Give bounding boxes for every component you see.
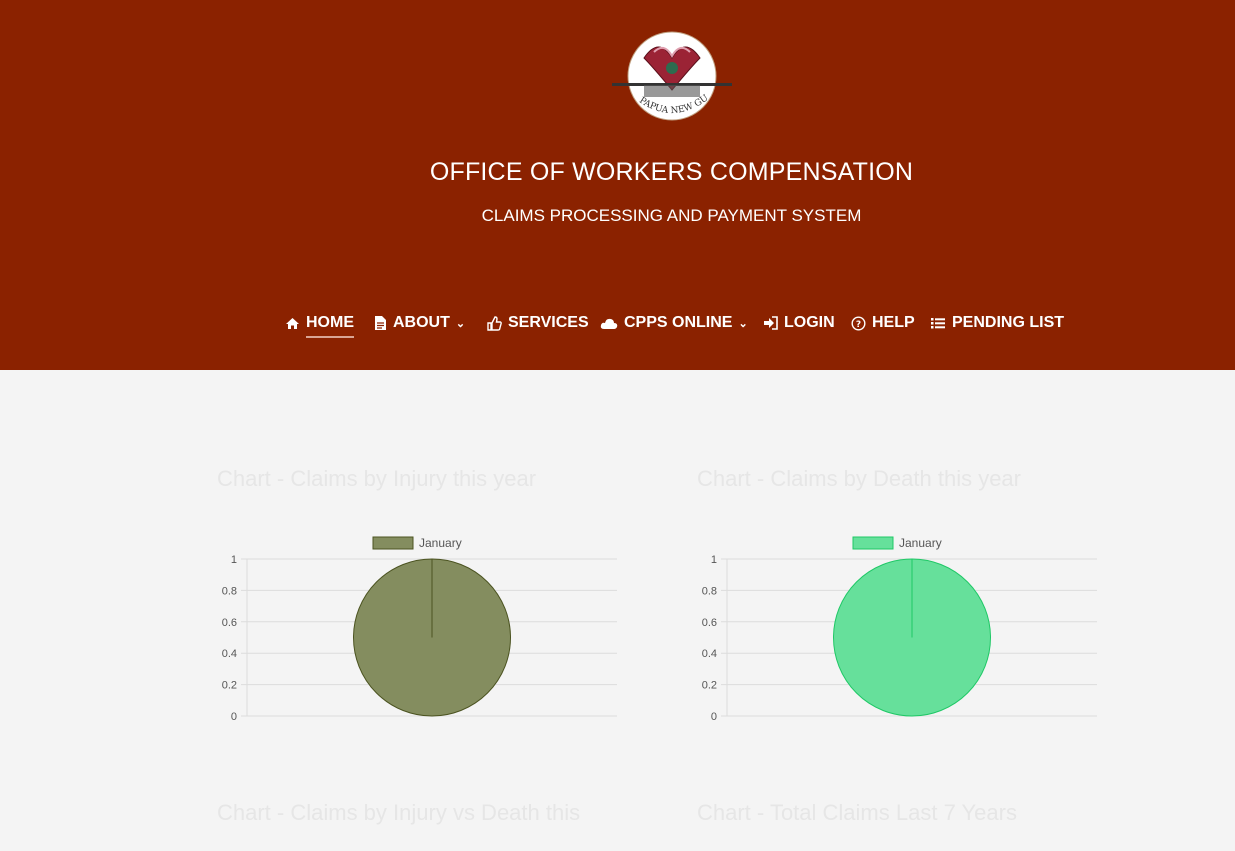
injury-pie-chart: 0 0.2 0.4 0.6 0.8 1 January xyxy=(222,536,617,723)
list-icon xyxy=(931,318,945,329)
death-pie-chart: 0 0.2 0.4 0.6 0.8 1 January xyxy=(702,536,1097,723)
nav-about[interactable]: ABOUT ⌄ xyxy=(374,308,465,338)
y-tick-label: 0 xyxy=(231,711,237,723)
page-title: OFFICE OF WORKERS COMPENSATION xyxy=(429,158,914,186)
nav-pending-list[interactable]: PENDING LIST xyxy=(930,308,1064,338)
injury-vs-death-chart-title: Chart - Claims by Injury vs Death this xyxy=(217,800,581,825)
nav-cpps-online-label: CPPS ONLINE xyxy=(624,314,733,331)
y-tick-label: 0.2 xyxy=(222,680,237,692)
page-subtitle: CLAIMS PROCESSING AND PAYMENT SYSTEM xyxy=(481,206,862,225)
nav-login[interactable]: LOGIN xyxy=(763,308,835,338)
death-chart-title: Chart - Claims by Death this year xyxy=(697,466,1021,491)
document-icon xyxy=(375,316,386,330)
nav-home[interactable]: HOME xyxy=(285,308,354,338)
nav-about-label: ABOUT xyxy=(393,314,450,331)
injury-chart-title: Chart - Claims by Injury this year xyxy=(217,466,537,491)
y-tick-label: 0.6 xyxy=(222,617,237,629)
nav-help[interactable]: ? HELP xyxy=(851,308,915,338)
nav-login-label: LOGIN xyxy=(784,314,835,331)
main-nav: HOME ABOUT ⌄ SERVICES CPPS ONLINE ⌄ LOGI… xyxy=(0,308,1235,338)
home-icon xyxy=(286,317,299,329)
question-circle-icon: ? xyxy=(851,315,866,331)
legend-label: January xyxy=(419,536,462,550)
legend-swatch xyxy=(852,536,894,550)
y-tick-label: 0.2 xyxy=(702,680,717,692)
nav-services[interactable]: SERVICES xyxy=(487,308,589,338)
thumbs-up-icon xyxy=(487,315,502,331)
nav-cpps-online[interactable]: CPPS ONLINE ⌄ xyxy=(600,308,748,338)
legend-label: January xyxy=(899,536,942,550)
chevron-down-icon: ⌄ xyxy=(738,317,748,330)
y-tick-label: 0.6 xyxy=(702,617,717,629)
total-claims-chart-title: Chart - Total Claims Last 7 Years xyxy=(697,800,1017,825)
chevron-down-icon: ⌄ xyxy=(455,317,466,330)
legend-swatch xyxy=(372,536,414,550)
svg-text:?: ? xyxy=(856,320,861,330)
site-header: PAPUA NEW GUINEA OFFICE OF WORKERS COMPE… xyxy=(0,0,1235,370)
y-tick-label: 1 xyxy=(231,554,237,566)
nav-pending-list-label: PENDING LIST xyxy=(952,314,1065,331)
nav-home-label: HOME xyxy=(306,314,354,338)
png-emblem-logo: PAPUA NEW GUINEA xyxy=(604,28,732,121)
nav-services-label: SERVICES xyxy=(508,314,589,331)
y-tick-label: 0.8 xyxy=(222,585,237,597)
y-tick-label: 0.4 xyxy=(222,648,237,660)
sign-in-icon xyxy=(764,316,778,330)
y-tick-label: 0.4 xyxy=(702,648,717,660)
nav-help-label: HELP xyxy=(872,314,915,331)
y-tick-label: 1 xyxy=(711,554,717,566)
cloud-icon xyxy=(600,318,618,329)
y-tick-label: 0 xyxy=(711,711,717,723)
y-tick-label: 0.8 xyxy=(702,585,717,597)
